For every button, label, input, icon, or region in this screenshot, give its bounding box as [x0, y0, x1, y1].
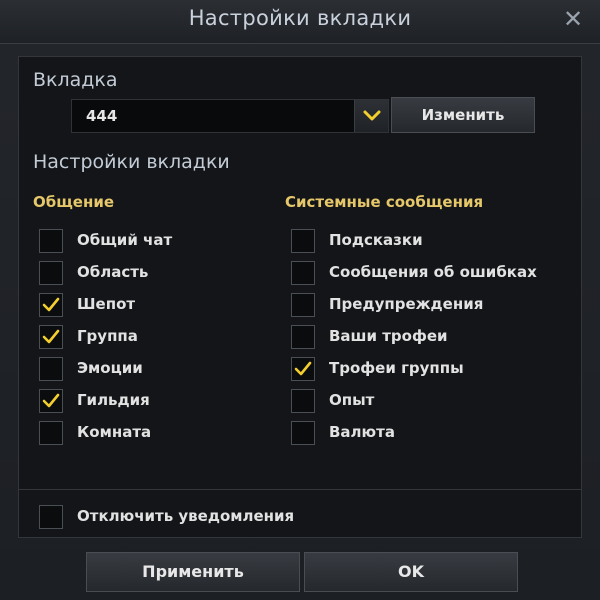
checkbox-error-messages[interactable]	[291, 261, 315, 285]
checkbox-your-loot[interactable]	[291, 325, 315, 349]
checkbox-label: Предупреждения	[329, 295, 484, 313]
settings-section-label: Настройки вкладки	[33, 151, 230, 173]
dialog-title: Настройки вкладки	[188, 6, 412, 30]
checkbox-label: Валюта	[329, 423, 395, 441]
checkbox-room[interactable]	[39, 421, 63, 445]
checkbox-label: Ваши трофеи	[329, 327, 448, 345]
change-button[interactable]: Изменить	[391, 97, 535, 133]
checkbox-label: Группа	[77, 327, 138, 345]
checkbox-whisper[interactable]	[39, 293, 63, 317]
checkbox-label: Общий чат	[77, 231, 173, 249]
divider	[19, 489, 581, 490]
tab-section-label: Вкладка	[33, 69, 118, 91]
checkbox-label: Отключить уведомления	[77, 507, 295, 525]
settings-panel: Вкладка 444 Изменить Настройки вкладки О…	[18, 56, 582, 538]
system-column-header: Системные сообщения	[285, 193, 484, 211]
checkbox-group[interactable]	[39, 325, 63, 349]
checkbox-label: Трофеи группы	[329, 359, 464, 377]
checkbox-emotes[interactable]	[39, 357, 63, 381]
tab-settings-dialog: Настройки вкладки ✕ Вкладка 444 Изменить…	[0, 0, 600, 600]
chat-column-header: Общение	[33, 193, 115, 211]
checkbox-general-chat[interactable]	[39, 229, 63, 253]
checkbox-group-loot[interactable]	[291, 357, 315, 381]
dropdown-button[interactable]	[354, 100, 388, 132]
checkbox-label: Гильдия	[77, 391, 150, 409]
checkbox-area[interactable]	[39, 261, 63, 285]
checkbox-label: Область	[77, 263, 149, 281]
tab-select-value: 444	[86, 107, 118, 125]
checkbox-label: Эмоции	[77, 359, 143, 377]
checkmark-icon	[42, 329, 60, 344]
checkbox-label: Комната	[77, 423, 152, 441]
chevron-down-icon	[363, 110, 381, 121]
close-icon[interactable]: ✕	[560, 6, 586, 32]
checkbox-label: Подсказки	[329, 231, 423, 249]
tab-select[interactable]: 444	[71, 99, 389, 133]
checkbox-hints[interactable]	[291, 229, 315, 253]
apply-button[interactable]: Применить	[86, 552, 300, 592]
checkbox-label: Сообщения об ошибках	[329, 263, 537, 281]
checkbox-label: Опыт	[329, 391, 375, 409]
checkmark-icon	[42, 297, 60, 312]
checkbox-guild[interactable]	[39, 389, 63, 413]
ok-button[interactable]: OK	[304, 552, 518, 592]
checkbox-label: Шепот	[77, 295, 136, 313]
checkbox-currency[interactable]	[291, 421, 315, 445]
checkbox-warnings[interactable]	[291, 293, 315, 317]
title-bar: Настройки вкладки ✕	[0, 0, 600, 44]
checkbox-mute-notifications[interactable]	[39, 505, 63, 529]
checkbox-experience[interactable]	[291, 389, 315, 413]
checkmark-icon	[294, 361, 312, 376]
checkmark-icon	[42, 393, 60, 408]
